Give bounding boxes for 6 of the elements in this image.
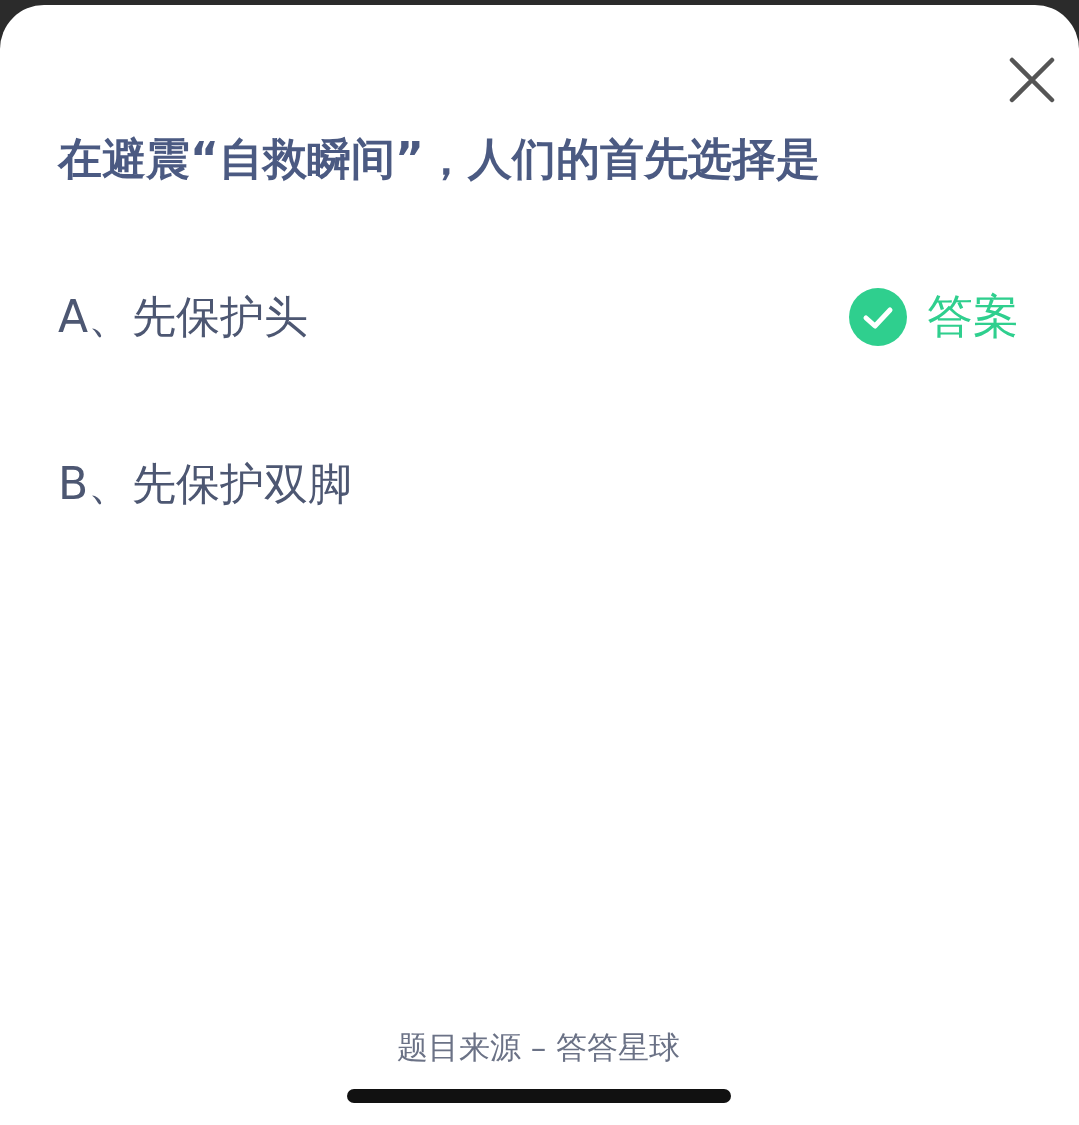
question-text: 在避震“自救瞬间”，人们的首先选择是: [58, 132, 821, 186]
close-icon[interactable]: [1009, 57, 1055, 103]
answer-label: 答案: [927, 288, 1019, 345]
option-text[interactable]: B、先保护双脚: [58, 454, 353, 514]
source-text: 题目来源 – 答答星球: [396, 1028, 681, 1067]
option-text[interactable]: A、先保护头: [58, 287, 309, 347]
